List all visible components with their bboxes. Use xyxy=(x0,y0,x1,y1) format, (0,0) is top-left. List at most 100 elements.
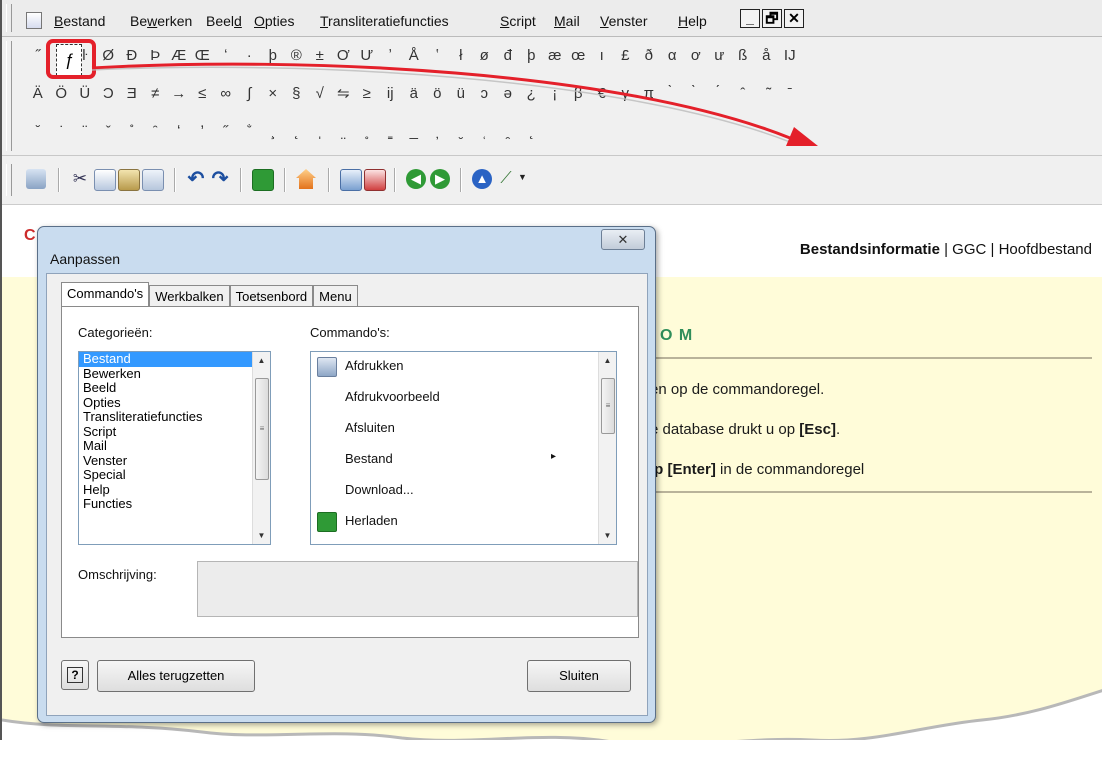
char-button[interactable]: ̒ xyxy=(167,115,191,149)
char-button[interactable]: £ xyxy=(614,39,638,73)
char-button[interactable]: ̓ xyxy=(191,115,215,149)
dialog-close-button[interactable]: ✕ xyxy=(601,229,645,250)
command-item[interactable]: Download... xyxy=(345,482,414,497)
char-button[interactable]: ı xyxy=(590,39,614,73)
paste-icon[interactable] xyxy=(118,169,140,191)
char-button[interactable]: × xyxy=(261,77,285,111)
char-button[interactable]: ̄ xyxy=(778,77,802,111)
char-button[interactable]: å xyxy=(755,39,779,73)
char-button[interactable]: ö xyxy=(426,77,450,111)
file-info-link[interactable]: Bestandsinformatie xyxy=(800,241,940,258)
cut-icon[interactable]: ✂ xyxy=(70,169,90,189)
menu-item[interactable]: Bewerken xyxy=(130,13,192,29)
restore-button[interactable]: 🗗 xyxy=(762,9,782,28)
menu-item[interactable]: Beeld xyxy=(206,13,242,29)
char-button[interactable]: œ xyxy=(567,39,591,73)
commands-list[interactable]: Afdrukken Afdrukvoorbeeld Afsluiten Bestand… xyxy=(310,351,617,545)
char-button[interactable]: ß xyxy=(731,39,755,73)
char-button[interactable]: ̆ xyxy=(26,115,50,149)
char-button[interactable]: Ơ xyxy=(332,39,356,73)
char-button[interactable]: ̨ xyxy=(285,115,309,149)
char-button[interactable]: § xyxy=(285,77,309,111)
back-icon[interactable]: ◀ xyxy=(406,169,426,189)
char-button[interactable]: ® xyxy=(285,39,309,73)
char-button[interactable]: · xyxy=(238,39,262,73)
category-item[interactable]: Opties xyxy=(79,395,252,411)
char-button[interactable]: γ xyxy=(614,77,638,111)
tab[interactable]: Commando's xyxy=(61,282,150,308)
undo-icon[interactable]: ↶ xyxy=(186,169,206,189)
char-button[interactable]: ̯ xyxy=(496,115,520,149)
category-item[interactable]: Mail xyxy=(79,438,252,454)
command-item[interactable]: Afdrukvoorbeeld xyxy=(345,389,440,404)
scroll-thumb[interactable]: ≡ xyxy=(601,378,615,434)
char-button[interactable]: ̀ xyxy=(684,77,708,111)
command-item[interactable]: Bestand xyxy=(345,451,393,466)
char-button[interactable]: ij xyxy=(379,77,403,111)
print-icon[interactable] xyxy=(26,169,46,189)
char-button[interactable]: þ xyxy=(520,39,544,73)
menu-item[interactable]: Script xyxy=(500,13,536,29)
char-button[interactable]: π xyxy=(637,77,661,111)
menu-item[interactable]: Help xyxy=(678,13,707,29)
char-button[interactable]: Ư xyxy=(355,39,379,73)
char-button[interactable]: ̋ xyxy=(214,115,238,149)
char-button[interactable]: ł xyxy=(449,39,473,73)
char-button[interactable]: IJ xyxy=(778,39,802,73)
command-item[interactable]: Afsluiten xyxy=(345,420,395,435)
char-button[interactable]: đ xyxy=(496,39,520,73)
char-button[interactable]: ̇ xyxy=(50,115,74,149)
reset-all-button[interactable]: Alles terugzetten xyxy=(97,660,255,692)
char-button[interactable]: ̐ xyxy=(238,115,262,149)
redo-icon[interactable]: ↷ xyxy=(210,169,230,189)
char-button[interactable]: ̃ xyxy=(755,77,779,111)
char-button[interactable]: ̤ xyxy=(332,115,356,149)
category-item[interactable]: Bestand xyxy=(79,352,252,367)
char-button[interactable]: ø xyxy=(473,39,497,73)
char-button[interactable]: β xyxy=(567,77,591,111)
edit-tool-icon[interactable]: ⟋ xyxy=(496,169,516,189)
char-button[interactable]: ̩ xyxy=(308,115,332,149)
category-item[interactable]: Bewerken xyxy=(79,366,252,382)
find-icon[interactable] xyxy=(142,169,164,191)
char-button[interactable]: ± xyxy=(308,39,332,73)
scroll-thumb[interactable]: ≡ xyxy=(255,378,269,480)
char-button[interactable]: ʼ xyxy=(379,39,403,73)
char-button[interactable]: Ü xyxy=(73,77,97,111)
category-item[interactable]: Script xyxy=(79,424,252,440)
char-button[interactable]: ̀ xyxy=(661,77,685,111)
char-button[interactable]: ̲ xyxy=(402,115,426,149)
char-button[interactable]: ̦ xyxy=(426,115,450,149)
toolbar-grip[interactable] xyxy=(6,164,12,196)
char-button[interactable]: ̮ xyxy=(449,115,473,149)
file-info-rest[interactable]: | GGC | Hoofdbestand xyxy=(940,241,1092,258)
help-button[interactable]: ? xyxy=(61,660,89,690)
window-alt-icon[interactable] xyxy=(364,169,386,191)
char-button[interactable]: Ö xyxy=(50,77,74,111)
char-button[interactable]: Æ xyxy=(167,39,191,73)
char-button[interactable]: æ xyxy=(543,39,567,73)
category-item[interactable]: Venster xyxy=(79,453,252,469)
char-button[interactable]: Ɔ xyxy=(97,77,121,111)
menu-item[interactable]: Transliteratiefuncties xyxy=(320,13,449,29)
char-button[interactable]: ́ xyxy=(708,77,732,111)
charbar-grip[interactable] xyxy=(6,41,12,151)
categories-list[interactable]: Bestand Bewerken Beeld Opties Transliteratie… xyxy=(78,351,271,545)
command-item[interactable]: Herladen xyxy=(345,513,398,528)
char-button[interactable]: Ǝ xyxy=(120,77,144,111)
char-button[interactable]: ɔ xyxy=(473,77,497,111)
char-button[interactable]: ̂ xyxy=(731,77,755,111)
tab[interactable]: Werkbalken xyxy=(149,285,230,308)
char-button[interactable]: α xyxy=(661,39,685,73)
char-button[interactable]: √ xyxy=(308,77,332,111)
char-button[interactable]: ¿ xyxy=(520,77,544,111)
category-item[interactable]: Transliteratiefuncties xyxy=(79,409,252,425)
char-button[interactable]: ̌ xyxy=(97,115,121,149)
char-button[interactable]: ư xyxy=(708,39,732,73)
char-button[interactable]: ∞ xyxy=(214,77,238,111)
category-item[interactable]: Help xyxy=(79,482,252,498)
menu-item[interactable]: Bestand xyxy=(54,13,105,29)
char-button[interactable]: Ø xyxy=(97,39,121,73)
char-button[interactable]: Œ xyxy=(191,39,215,73)
char-button[interactable]: ̧ xyxy=(261,115,285,149)
